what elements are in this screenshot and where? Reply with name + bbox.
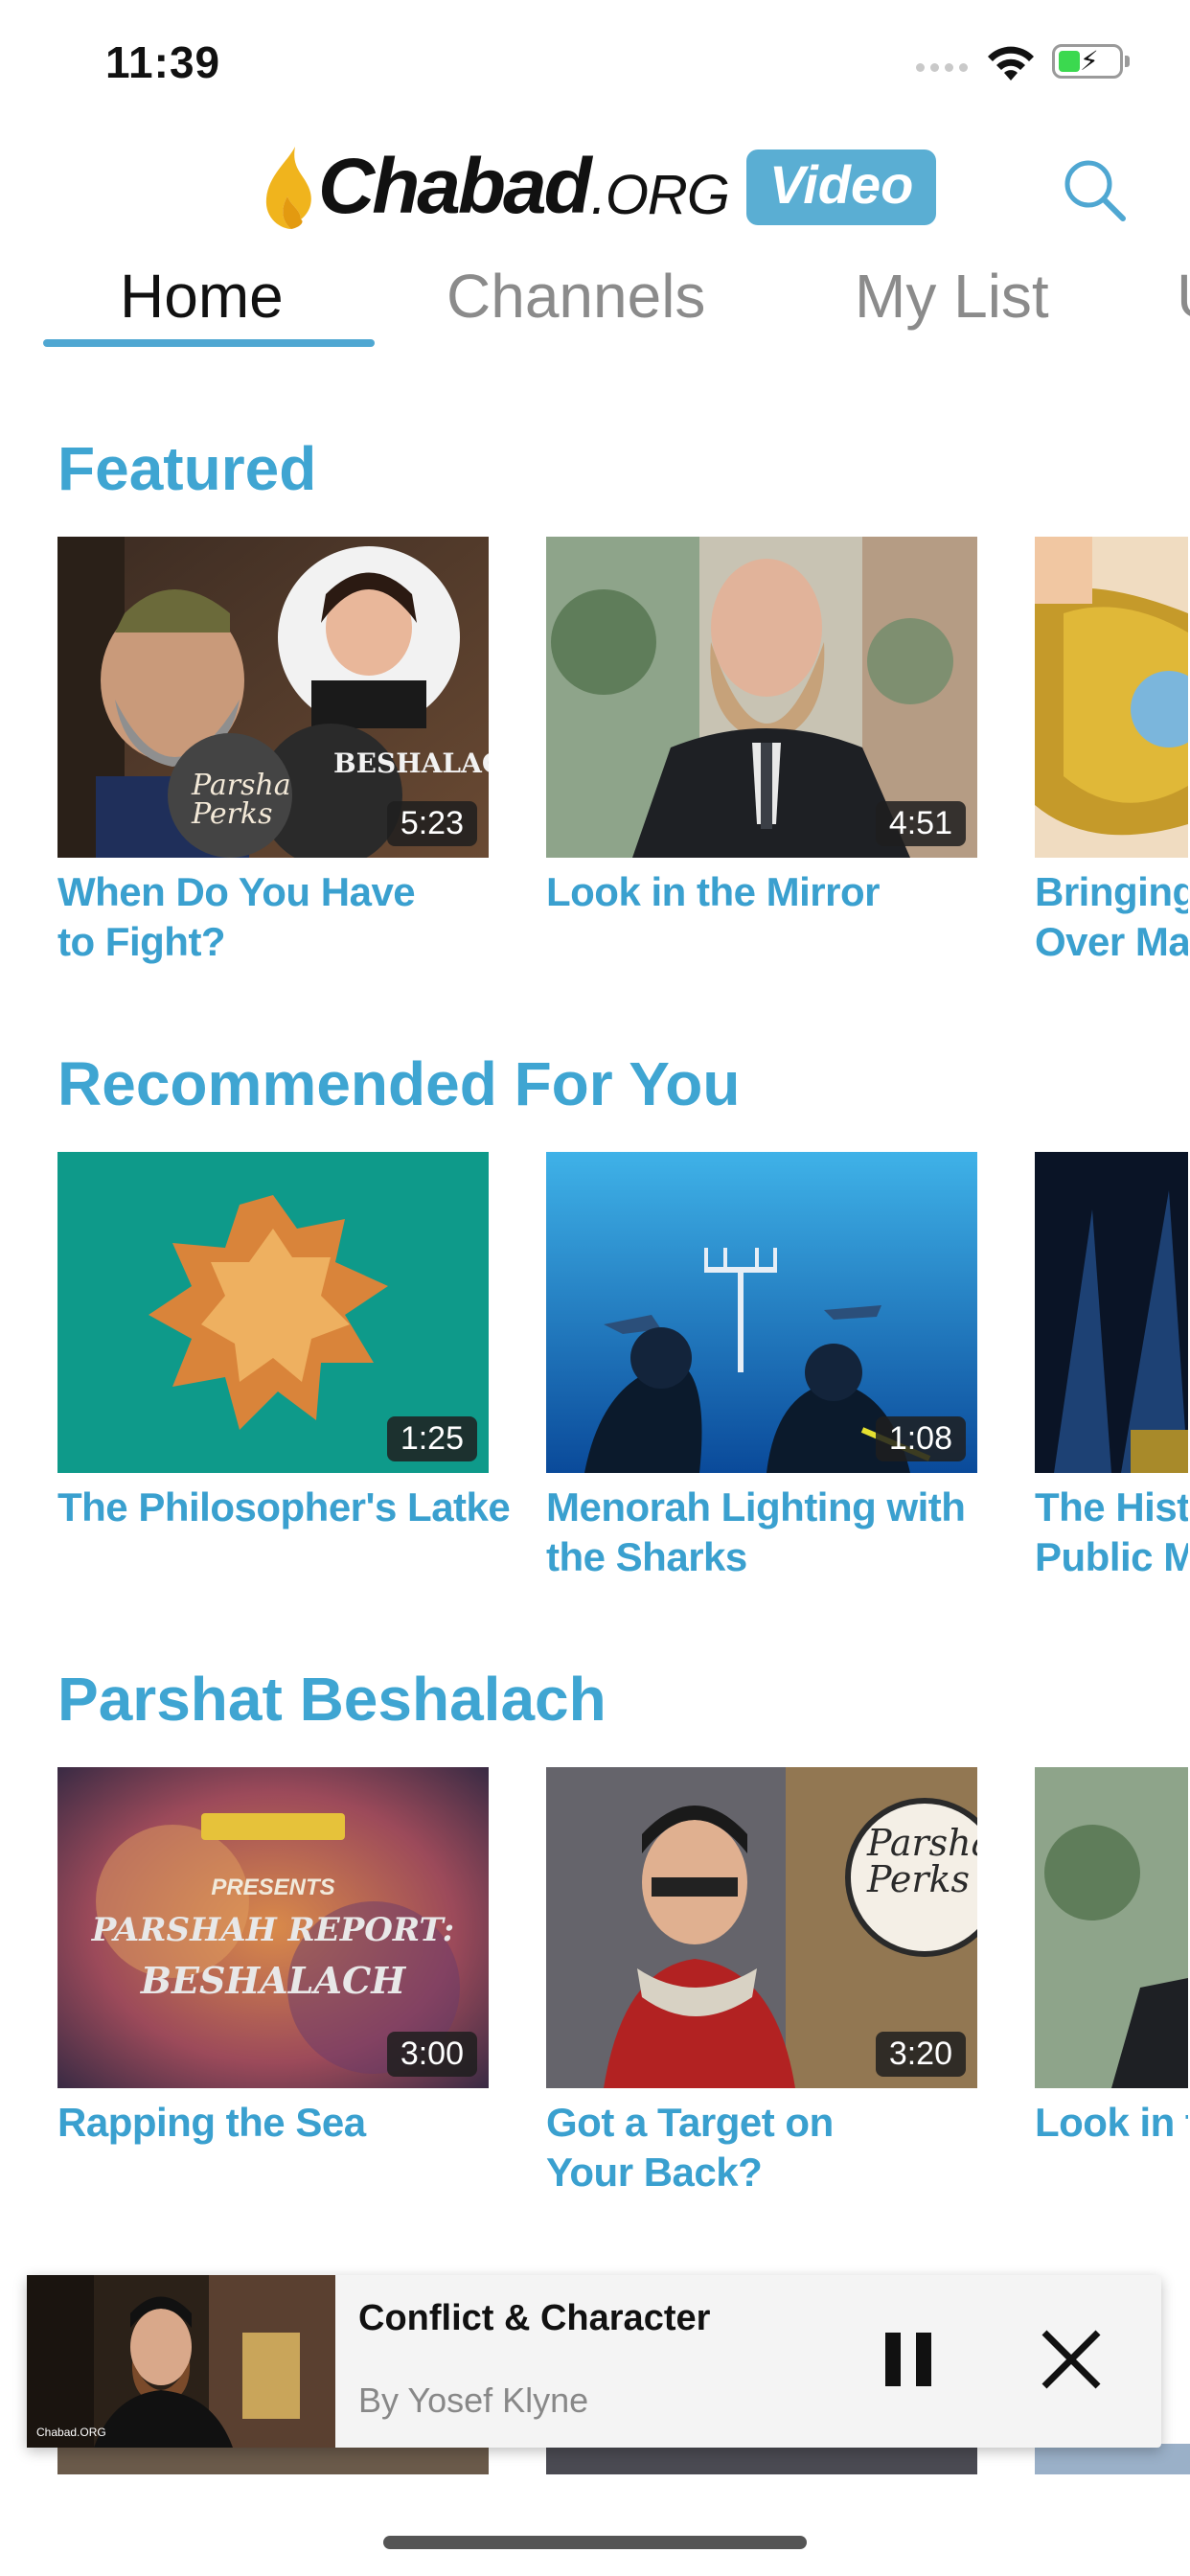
pause-icon[interactable] bbox=[870, 2321, 947, 2398]
thumb-parshah-report-text: PARSHAH REPORT: bbox=[91, 1911, 455, 1949]
video-thumbnail[interactable] bbox=[1035, 537, 1188, 858]
svg-text:Chabad.ORG: Chabad.ORG bbox=[36, 2426, 106, 2439]
video-card[interactable]: 4:51 Look in the Mirror bbox=[546, 537, 977, 917]
parsha-perks-logo-text: Parsha Perks bbox=[867, 1822, 977, 1900]
video-title[interactable]: The Philosopher's Latke bbox=[57, 1483, 511, 1532]
video-thumbnail[interactable]: Parsha Perks 3:20 bbox=[546, 1767, 977, 2088]
next-row-thumbnail bbox=[57, 2444, 489, 2474]
parsha-perks-logo-text: Parsha Perks bbox=[192, 769, 291, 831]
video-thumbnail[interactable]: 4:51 bbox=[546, 537, 977, 858]
mini-player[interactable]: Chabad.ORG Conflict & Character By Yosef… bbox=[27, 2275, 1161, 2448]
status-bar: 11:39 ⚡ bbox=[0, 0, 1190, 125]
wifi-icon bbox=[988, 46, 1034, 80]
section-title-recommended[interactable]: Recommended For You bbox=[57, 1048, 740, 1119]
video-card[interactable]: 1:08 Menorah Lighting with the Sharks bbox=[546, 1152, 977, 1582]
section-title-featured[interactable]: Featured bbox=[57, 433, 316, 504]
status-time: 11:39 bbox=[105, 37, 221, 87]
video-thumbnail[interactable]: 1:25 bbox=[57, 1152, 489, 1473]
video-card[interactable]: Look in th bbox=[1035, 1767, 1188, 2148]
video-duration: 1:08 bbox=[875, 1416, 966, 1461]
video-thumbnail[interactable]: 1:08 bbox=[546, 1152, 977, 1473]
video-title[interactable]: Look in th bbox=[1035, 2098, 1188, 2148]
video-title[interactable]: When Do You Have to Fight? bbox=[57, 867, 489, 967]
logo-video-badge: Video bbox=[745, 149, 937, 225]
close-icon[interactable] bbox=[1033, 2321, 1110, 2398]
video-thumbnail[interactable]: PRESENTS PARSHAH REPORT: BESHALACH 3:00 bbox=[57, 1767, 489, 2088]
video-thumbnail[interactable]: Parsha Perks BESHALACH 5:23 bbox=[57, 537, 489, 858]
video-card[interactable]: Parsha Perks 3:20 Got a Target on Your B… bbox=[546, 1767, 977, 2197]
tab-partial[interactable]: U bbox=[1177, 261, 1190, 332]
tab-channels[interactable]: Channels bbox=[446, 261, 705, 332]
tab-bar: Home Channels My List U bbox=[0, 249, 1190, 355]
section-title-parshat-beshalach[interactable]: Parshat Beshalach bbox=[57, 1664, 606, 1735]
video-card[interactable]: Parsha Perks BESHALACH 5:23 When Do You … bbox=[57, 537, 489, 967]
video-duration: 4:51 bbox=[875, 801, 966, 846]
video-card[interactable]: 1:25 The Philosopher's Latke bbox=[57, 1152, 511, 1532]
tab-my-list[interactable]: My List bbox=[855, 261, 1049, 332]
video-title[interactable]: Menorah Lighting with the Sharks bbox=[546, 1483, 977, 1582]
thumb-beshalach-text: BESHALACH bbox=[333, 748, 489, 779]
video-title[interactable]: Look in the Mirror bbox=[546, 867, 977, 917]
next-row-thumbnail bbox=[1035, 2444, 1190, 2474]
video-duration: 3:00 bbox=[386, 2032, 477, 2077]
logo-org-text: .ORG bbox=[590, 163, 730, 226]
video-card[interactable]: Bringing Over Mat bbox=[1035, 537, 1188, 967]
video-card[interactable]: PRESENTS PARSHAH REPORT: BESHALACH 3:00 … bbox=[57, 1767, 489, 2148]
flame-logo-icon bbox=[265, 147, 311, 229]
video-duration: 1:25 bbox=[386, 1416, 477, 1461]
battery-icon: ⚡ bbox=[1052, 44, 1130, 79]
home-indicator[interactable] bbox=[383, 2536, 807, 2549]
video-title[interactable]: Got a Target on Your Back? bbox=[546, 2098, 977, 2197]
video-title[interactable]: Rapping the Sea bbox=[57, 2098, 489, 2148]
mini-player-thumbnail[interactable]: Chabad.ORG bbox=[27, 2275, 335, 2448]
cellular-signal-icon bbox=[916, 63, 968, 72]
chabad-video-logo[interactable]: Chabad .ORG Video bbox=[259, 134, 937, 240]
tab-home[interactable]: Home bbox=[120, 261, 284, 332]
video-duration: 5:23 bbox=[386, 801, 477, 846]
mini-player-title: Conflict & Character bbox=[358, 2298, 711, 2338]
thumb-beshalach-text: BESHALACH bbox=[140, 1959, 406, 2002]
mini-player-author: By Yosef Klyne bbox=[358, 2380, 589, 2420]
thumb-presents-text: PRESENTS bbox=[211, 1874, 335, 1900]
next-row-thumbnail bbox=[546, 2444, 977, 2474]
search-icon[interactable] bbox=[1060, 155, 1129, 224]
video-title[interactable]: The Histo Public Me bbox=[1035, 1483, 1188, 1582]
tab-active-indicator bbox=[43, 339, 375, 347]
logo-chabad-text: Chabad bbox=[318, 143, 592, 230]
video-thumbnail[interactable] bbox=[1035, 1152, 1188, 1473]
video-title[interactable]: Bringing Over Mat bbox=[1035, 867, 1188, 967]
video-card[interactable]: The Histo Public Me bbox=[1035, 1152, 1188, 1582]
video-thumbnail[interactable] bbox=[1035, 1767, 1188, 2088]
video-duration: 3:20 bbox=[875, 2032, 966, 2077]
